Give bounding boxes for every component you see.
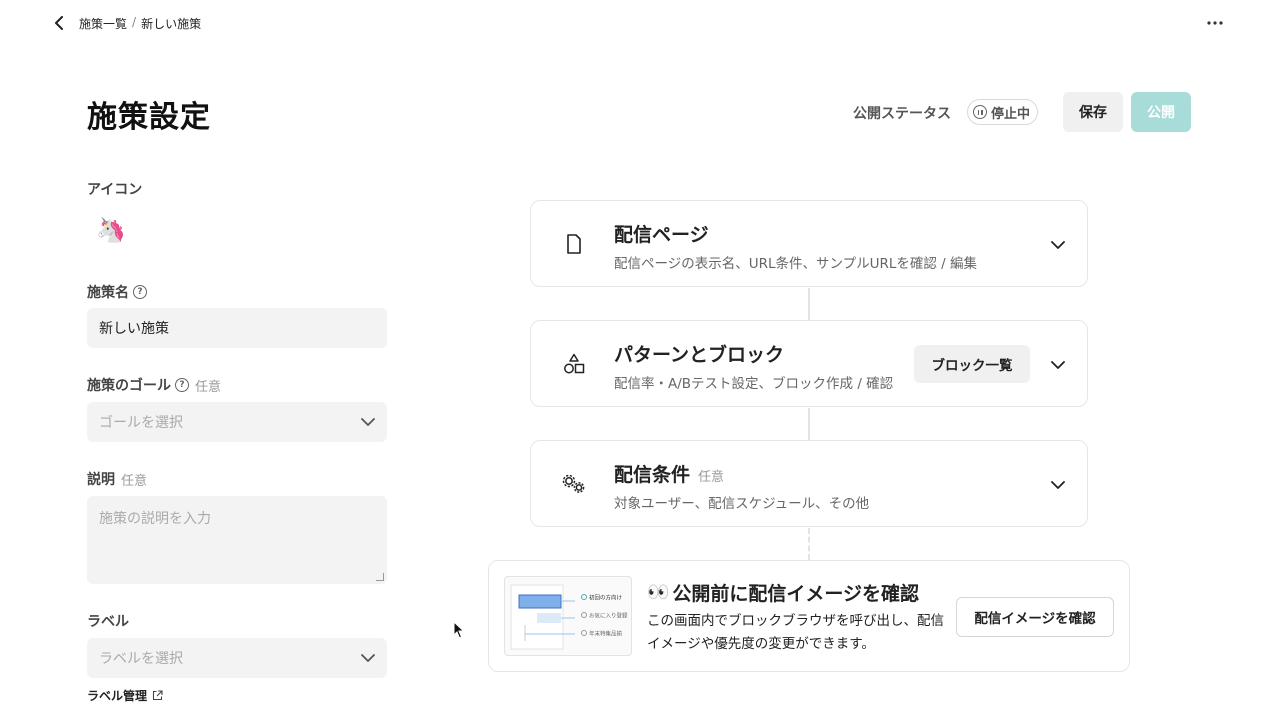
more-options-button[interactable] — [1204, 14, 1226, 32]
status-badge[interactable]: 停止中 — [967, 99, 1039, 125]
top-bar: 施策一覧 / 新しい施策 — [0, 0, 1276, 46]
icon-label-text: アイコン — [87, 182, 143, 198]
preview-title: 👀 公開前に配信イメージを確認 — [647, 579, 919, 606]
card-title: 配信ページ — [614, 220, 709, 247]
connector-line — [808, 528, 810, 560]
thumb-item-label: 年末特集品揃 — [589, 630, 623, 638]
gears-icon — [561, 471, 587, 497]
card-description: 対象ユーザー、配信スケジュール、その他 — [614, 496, 870, 512]
confirm-preview-button[interactable]: 配信イメージを確認 — [956, 597, 1114, 637]
labels-select[interactable]: ラベルを選択 — [87, 638, 387, 678]
goal-label: 施策のゴール ? 任意 — [87, 375, 221, 395]
chevron-down-icon — [1051, 241, 1065, 249]
expand-button[interactable] — [1047, 354, 1069, 376]
breadcrumb-separator: / — [132, 15, 137, 29]
goal-select-placeholder: ゴールを選択 — [99, 415, 183, 431]
card-description: 配信率・A/Bテスト設定、ブロック作成 / 確認 — [614, 376, 894, 392]
status-value: 停止中 — [991, 106, 1031, 122]
breadcrumb-parent[interactable]: 施策一覧 — [79, 15, 127, 32]
publish-button: 公開 — [1131, 92, 1191, 132]
delivery-page-card[interactable]: 配信ページ 配信ページの表示名、URL条件、サンプルURLを確認 / 編集 — [530, 200, 1088, 287]
description-optional-tag: 任意 — [121, 473, 148, 489]
chevron-down-icon — [361, 418, 375, 426]
preview-card: 初回の方向け お気に入り登録 年末特集品揃 👀 公開前に配信イメージを確認 この… — [488, 560, 1130, 672]
expand-button[interactable] — [1047, 234, 1069, 256]
status-label: 公開ステータス — [853, 106, 951, 122]
icon-picker[interactable]: 🦄 — [95, 214, 127, 246]
page-title: 施策設定 — [87, 100, 211, 135]
shapes-icon — [561, 351, 587, 377]
mouse-cursor-icon — [453, 621, 465, 639]
labels-label-text: ラベル — [87, 614, 129, 630]
card-title-text: 配信条件 — [614, 464, 691, 486]
preview-title-text: 公開前に配信イメージを確認 — [672, 583, 920, 605]
description-placeholder: 施策の説明を入力 — [99, 511, 211, 527]
thumb-item-label: 初回の方向け — [589, 594, 623, 602]
name-input[interactable]: 新しい施策 — [87, 308, 387, 348]
back-button[interactable] — [50, 14, 68, 32]
external-link-icon — [152, 690, 163, 701]
goal-optional-tag: 任意 — [195, 379, 222, 395]
connector-line — [808, 288, 810, 320]
more-horizontal-icon — [1207, 21, 1223, 25]
chevron-down-icon — [1051, 481, 1065, 489]
description-label: 説明 任意 — [87, 469, 147, 489]
chevron-down-icon — [1051, 361, 1065, 369]
pause-icon — [973, 105, 987, 119]
help-icon[interactable]: ? — [175, 378, 189, 392]
icon-label: アイコン — [87, 179, 142, 199]
delivery-conditions-card[interactable]: 配信条件 任意 対象ユーザー、配信スケジュール、その他 — [530, 440, 1088, 527]
card-title: パターンとブロック — [614, 340, 784, 367]
description-label-text: 説明 — [87, 472, 115, 488]
page-icon — [561, 231, 587, 257]
description-textarea[interactable]: 施策の説明を入力 — [87, 496, 387, 584]
name-label-text: 施策名 — [87, 285, 129, 301]
patterns-blocks-card[interactable]: パターンとブロック 配信率・A/Bテスト設定、ブロック作成 / 確認 ブロック一… — [530, 320, 1088, 407]
name-input-value: 新しい施策 — [99, 321, 169, 337]
breadcrumb: 施策一覧 / 新しい施策 — [79, 15, 201, 32]
eyes-icon: 👀 — [647, 582, 669, 603]
save-button[interactable]: 保存 — [1063, 92, 1123, 132]
chevron-down-icon — [361, 654, 375, 662]
preview-description: この画面内でブロックブラウザを呼び出し、配信イメージや優先度の変更ができます。 — [647, 613, 944, 652]
resize-handle-icon[interactable] — [376, 573, 384, 581]
chevron-left-icon — [55, 16, 63, 30]
labels-label: ラベル — [87, 611, 129, 631]
connector-line — [808, 408, 810, 440]
expand-button[interactable] — [1047, 474, 1069, 496]
label-manage-text: ラベル管理 — [87, 689, 148, 703]
card-title-text: 配信ページ — [614, 224, 709, 246]
card-title: 配信条件 任意 — [614, 460, 724, 487]
labels-select-placeholder: ラベルを選択 — [99, 651, 183, 667]
goal-select[interactable]: ゴールを選択 — [87, 402, 387, 442]
block-list-button[interactable]: ブロック一覧 — [914, 345, 1030, 383]
name-label: 施策名 ? — [87, 282, 147, 302]
goal-label-text: 施策のゴール — [87, 378, 171, 394]
help-icon[interactable]: ? — [133, 285, 147, 299]
preview-thumbnail: 初回の方向け お気に入り登録 年末特集品揃 — [504, 576, 632, 656]
card-title-text: パターンとブロック — [614, 344, 785, 366]
thumb-item-label: お気に入り登録 — [589, 612, 628, 620]
card-description: 配信ページの表示名、URL条件、サンプルURLを確認 / 編集 — [614, 256, 978, 272]
label-manage-link[interactable]: ラベル管理 — [87, 687, 163, 704]
card-optional-tag: 任意 — [698, 470, 725, 485]
breadcrumb-current: 新しい施策 — [141, 17, 202, 31]
